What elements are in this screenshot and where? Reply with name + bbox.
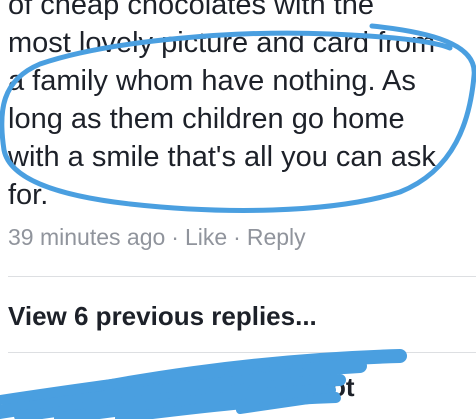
meta-separator: ·	[233, 224, 241, 250]
next-comment-visible-text: ot	[330, 372, 355, 402]
comment-line: most lovely picture and card from	[8, 27, 436, 59]
comment-line: for.	[8, 179, 49, 211]
meta-separator: ·	[171, 224, 179, 250]
divider	[8, 276, 476, 277]
like-link[interactable]: Like	[185, 224, 227, 250]
divider	[8, 352, 476, 353]
reply-link[interactable]: Reply	[247, 224, 306, 250]
comment-line: of cheap chocolates with the	[8, 0, 374, 21]
comment-timestamp: 39 minutes ago	[8, 224, 166, 250]
comment-line: long as them children go home	[8, 103, 405, 135]
view-previous-replies-link[interactable]: View 6 previous replies...	[8, 301, 317, 332]
comment-line: with a smile that's all you can ask	[8, 141, 436, 173]
comment-meta: 39 minutes ago · Like · Reply	[8, 224, 306, 251]
comment-body: of cheap chocolates with the most lovely…	[8, 0, 476, 214]
comment-line: a family whom have nothing. As	[8, 65, 416, 97]
